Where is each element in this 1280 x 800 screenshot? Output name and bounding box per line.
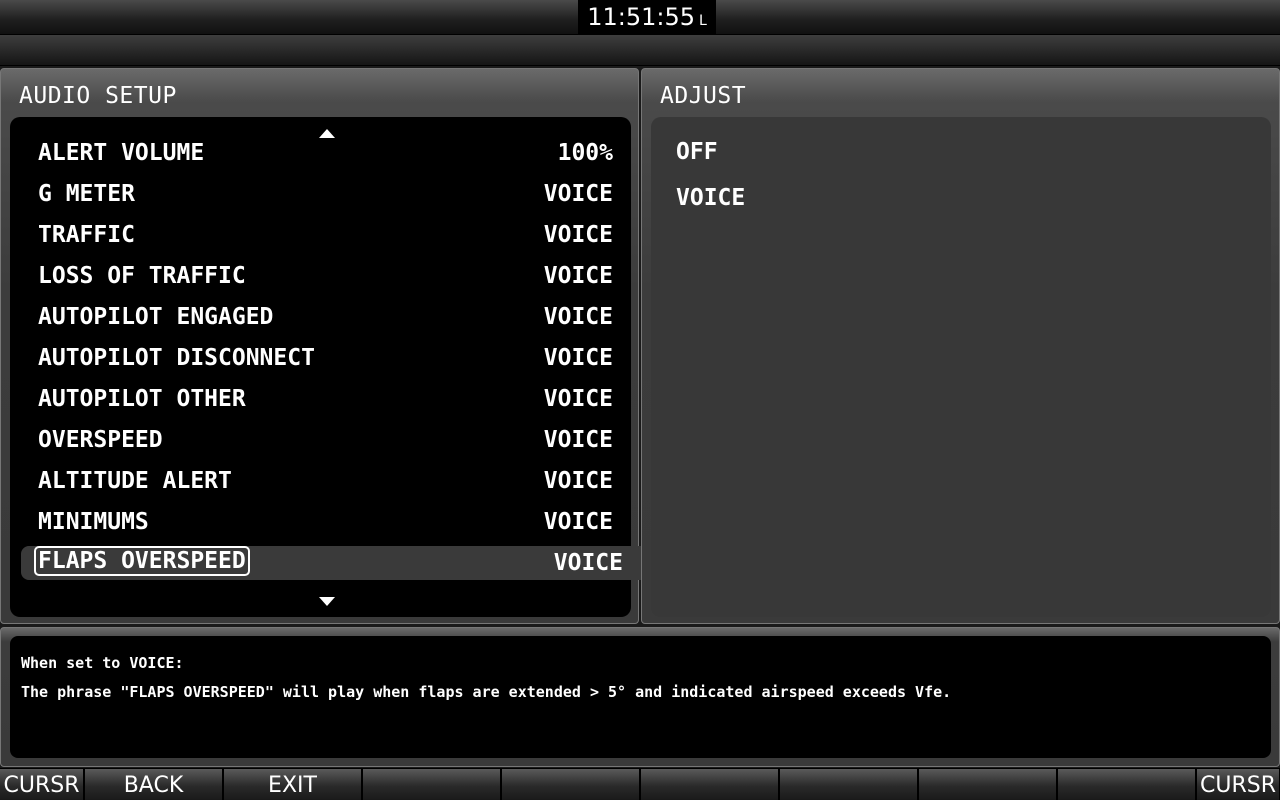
clock-display: 11:51:55 L [578,0,716,34]
clock-time: 11:51:55 [587,3,695,31]
top-status-bar: 11:51:55 L [0,0,1280,35]
audio-setup-panel: AUDIO SETUP ALERT VOLUME 100% G METER VO… [0,68,661,624]
description-text: The phrase "FLAPS OVERSPEED" will play w… [21,683,952,701]
softkey-blank-4[interactable] [363,769,501,800]
list-item-label: AUTOPILOT ENGAGED [38,304,274,330]
list-item-label: MINIMUMS [38,509,149,535]
list-item-value: 100% [557,140,613,166]
adjust-panel: ADJUST OFF VOICE [641,68,1280,624]
list-item-label: AUTOPILOT OTHER [38,386,246,412]
list-item-label: TRAFFIC [38,222,135,248]
softkey-blank-7[interactable] [780,769,918,800]
softkey-blank-9[interactable] [1058,769,1196,800]
description-heading: When set to VOICE: [21,654,184,672]
description-box: When set to VOICE: The phrase "FLAPS OVE… [10,636,1271,758]
list-item-value: VOICE [543,181,613,207]
softkey-bar: CURSR BACK EXIT CURSR [0,768,1280,800]
list-item-value: VOICE [543,468,613,494]
list-item-autopilot-engaged[interactable]: AUTOPILOT ENGAGED VOICE [10,300,631,334]
list-item-flaps-overspeed-selected[interactable]: FLAPS OVERSPEED VOICE [21,546,661,580]
list-item-value: VOICE [543,304,613,330]
list-item-label-selected: FLAPS OVERSPEED [34,546,250,576]
list-item-altitude-alert[interactable]: ALTITUDE ALERT VOICE [10,464,631,498]
list-item-g-meter[interactable]: G METER VOICE [10,177,631,211]
list-item-value: VOICE [543,427,613,453]
softkey-exit[interactable]: EXIT [224,769,362,800]
list-item-label: ALERT VOLUME [38,140,205,166]
list-item-label: G METER [38,181,135,207]
softkey-blank-6[interactable] [641,769,779,800]
list-item-value: VOICE [543,222,613,248]
list-item-autopilot-disconnect[interactable]: AUTOPILOT DISCONNECT VOICE [10,341,631,375]
list-item-value: VOICE [543,509,613,535]
adjust-option-voice[interactable]: VOICE [676,185,745,211]
list-item-minimums[interactable]: MINIMUMS VOICE [10,505,631,539]
list-item-value: VOICE [553,550,623,576]
scroll-down-arrow-icon[interactable] [319,597,335,606]
adjust-option-off[interactable]: OFF [676,139,718,165]
adjust-title: ADJUST [660,83,747,109]
list-item-label: AUTOPILOT DISCONNECT [38,345,315,371]
efis-audio-setup-screen: 11:51:55 L AUDIO SETUP ALERT VOLUME 100% … [0,0,1280,800]
softkey-cursr-left[interactable]: CURSR [0,769,84,800]
list-item-label: LOSS OF TRAFFIC [38,263,246,289]
list-item-label: ALTITUDE ALERT [38,468,232,494]
clock-suffix: L [698,13,707,29]
softkey-blank-5[interactable] [502,769,640,800]
list-item-traffic[interactable]: TRAFFIC VOICE [10,218,631,252]
list-item-autopilot-other[interactable]: AUTOPILOT OTHER VOICE [10,382,631,416]
softkey-blank-8[interactable] [919,769,1057,800]
list-item-label: OVERSPEED [38,427,163,453]
softkey-back[interactable]: BACK [85,769,223,800]
audio-setup-title: AUDIO SETUP [19,83,177,109]
description-panel: When set to VOICE: The phrase "FLAPS OVE… [0,627,1280,767]
list-item-value: VOICE [543,263,613,289]
secondary-bar [0,35,1280,66]
list-item-loss-of-traffic[interactable]: LOSS OF TRAFFIC VOICE [10,259,631,293]
list-item-alert-volume[interactable]: ALERT VOLUME 100% [10,136,631,170]
list-item-value: VOICE [543,345,613,371]
adjust-options-list[interactable]: OFF VOICE [651,117,1271,617]
audio-setup-list[interactable]: ALERT VOLUME 100% G METER VOICE TRAFFIC … [10,117,661,617]
list-item-overspeed[interactable]: OVERSPEED VOICE [10,423,631,457]
softkey-cursr-right[interactable]: CURSR [1197,769,1280,800]
list-item-value: VOICE [543,386,613,412]
